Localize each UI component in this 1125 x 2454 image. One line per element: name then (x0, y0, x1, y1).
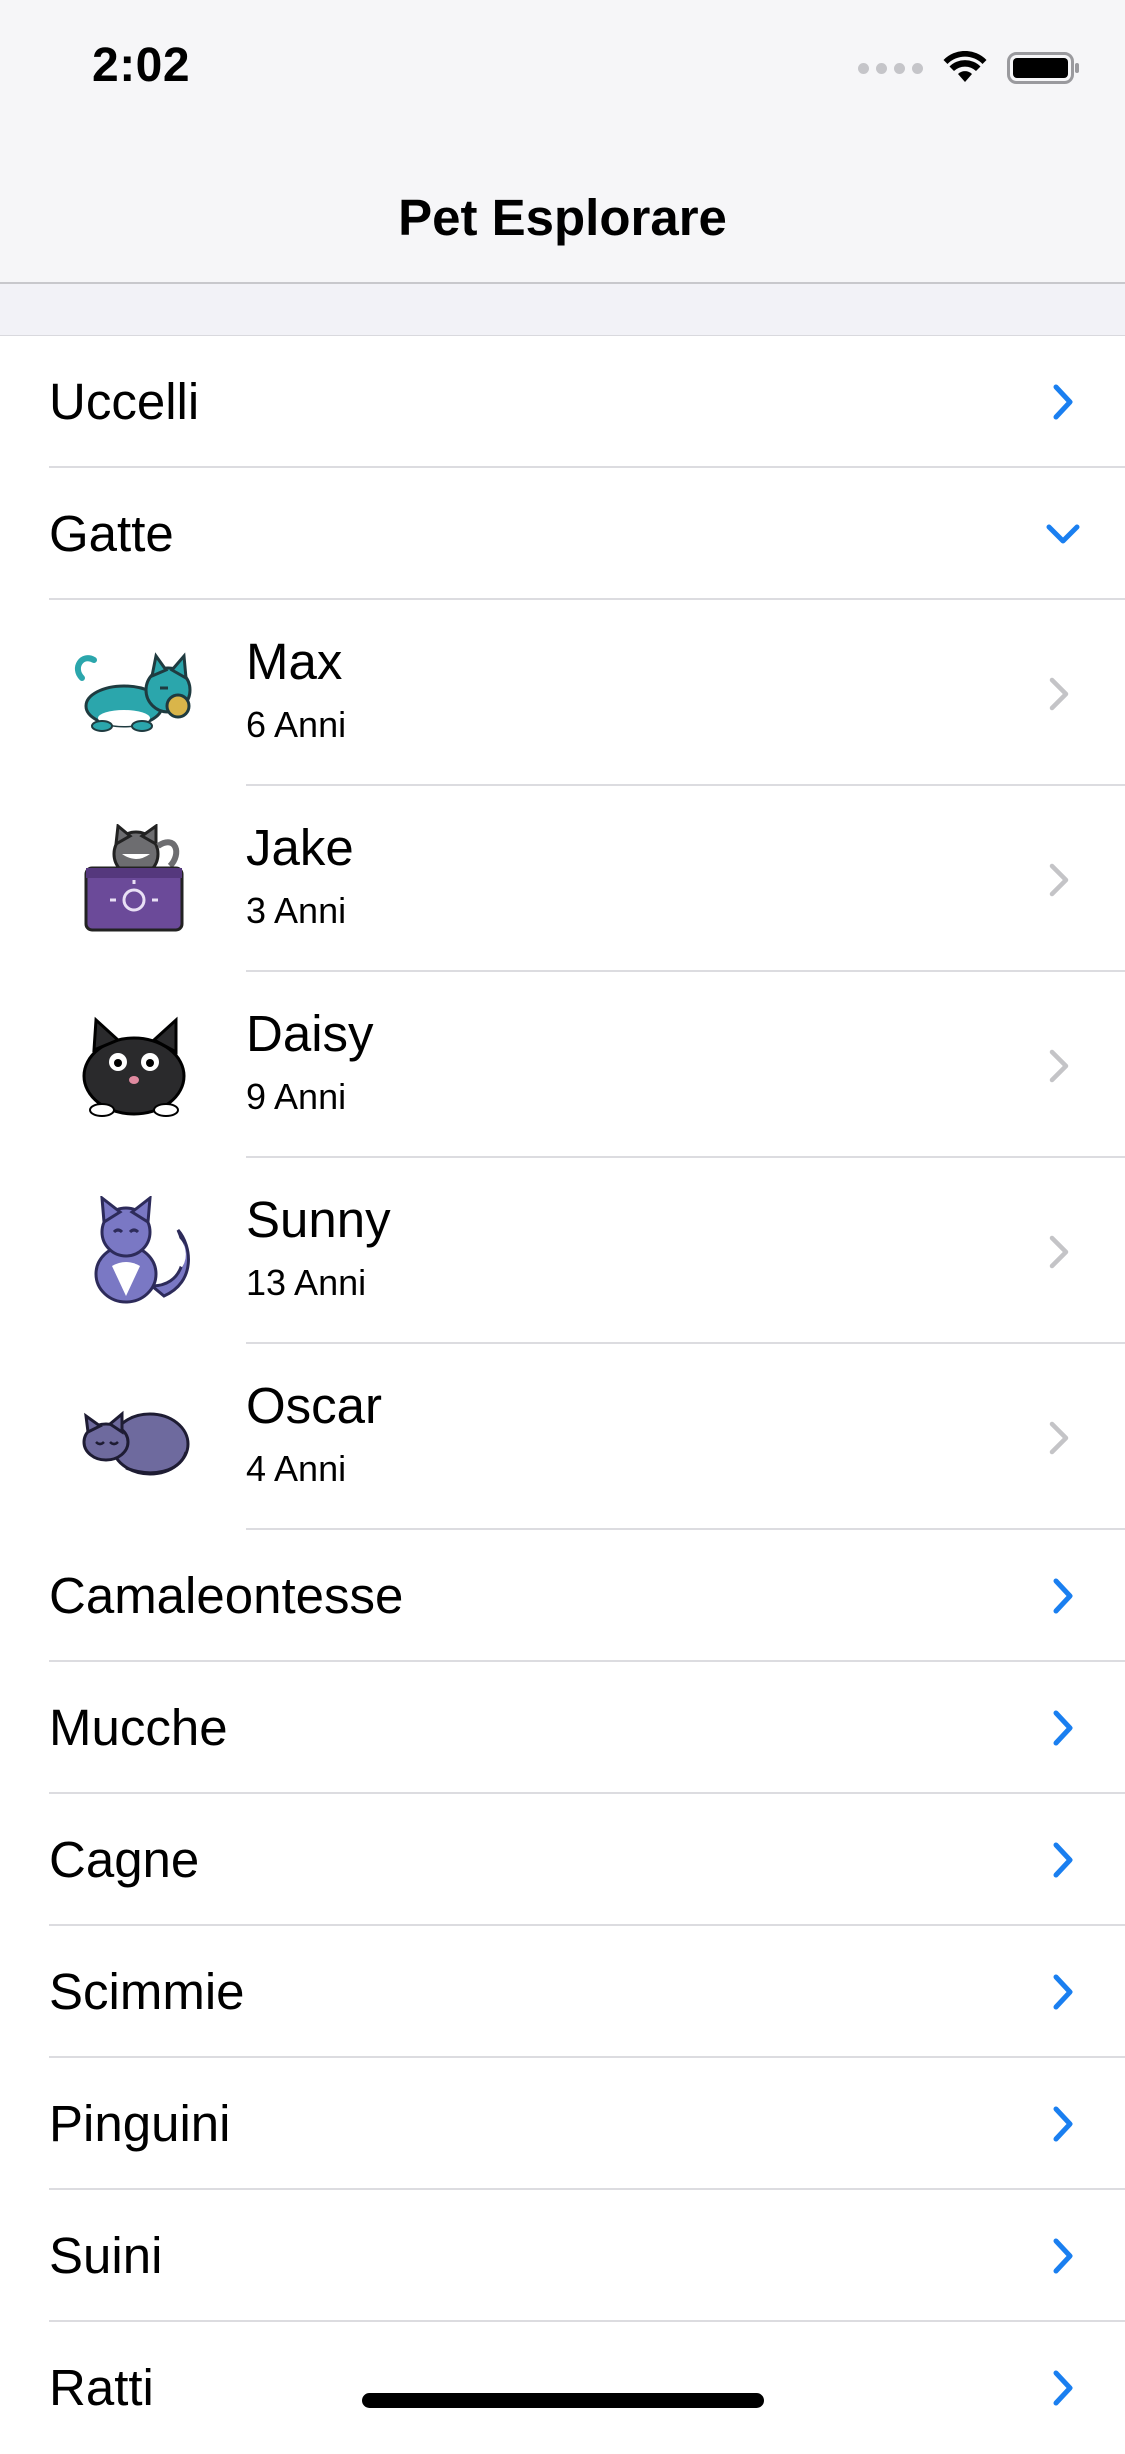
category-label: Gatte (49, 505, 174, 562)
chevron-right-icon (1053, 1710, 1073, 1746)
chevron-right-icon (1049, 863, 1069, 897)
pet-name: Max (246, 633, 343, 690)
category-label: Scimmie (49, 1963, 245, 2020)
cellular-signal-icon (858, 62, 923, 74)
pet-name: Jake (246, 819, 354, 876)
category-row-mucche[interactable]: Mucche (0, 1662, 1125, 1794)
category-label: Suini (49, 2227, 163, 2284)
category-row-cagne[interactable]: Cagne (0, 1794, 1125, 1926)
category-label: Pinguini (49, 2095, 231, 2152)
sleeping-cat-icon (82, 1410, 190, 1476)
page-title: Pet Esplorare (398, 189, 727, 246)
category-label: Ratti (49, 2359, 154, 2416)
category-label: Uccelli (49, 373, 200, 430)
pet-name: Sunny (246, 1191, 391, 1248)
purple-sitting-cat-icon (94, 1196, 190, 1304)
chevron-down-icon (1046, 524, 1080, 544)
pet-age: 3 Anni (246, 890, 347, 931)
category-row-ratti[interactable]: Ratti (0, 2322, 1125, 2454)
category-row-suini[interactable]: Suini (0, 2190, 1125, 2322)
home-indicator[interactable] (362, 2393, 764, 2408)
category-row-gatte[interactable]: Gatte (0, 468, 1125, 600)
category-list: Uccelli Gatte Max 6 Anni Jake 3 Anni Dai… (0, 336, 1125, 2454)
chevron-right-icon (1053, 1974, 1073, 2010)
chevron-right-icon (1053, 384, 1073, 420)
category-row-pinguini[interactable]: Pinguini (0, 2058, 1125, 2190)
black-cat-icon (82, 1016, 186, 1117)
chevron-right-icon (1053, 1842, 1073, 1878)
chevron-right-icon (1053, 2106, 1073, 2142)
teal-cat-icon (74, 652, 192, 732)
chevron-right-icon (1049, 677, 1069, 711)
category-label: Camaleontesse (49, 1567, 404, 1624)
category-row-scimmie[interactable]: Scimmie (0, 1926, 1125, 2058)
section-header-spacer (0, 284, 1125, 336)
chevron-right-icon (1049, 1049, 1069, 1083)
pet-age: 6 Anni (246, 704, 347, 745)
category-label: Mucche (49, 1699, 228, 1756)
status-time: 2:02 (92, 39, 191, 92)
pet-row-oscar[interactable]: Oscar 4 Anni (0, 1344, 1125, 1530)
pet-age: 4 Anni (246, 1448, 347, 1489)
battery-icon (1007, 52, 1079, 84)
chevron-right-icon (1053, 2238, 1073, 2274)
chevron-right-icon (1049, 1235, 1069, 1269)
category-label: Cagne (49, 1831, 200, 1888)
pet-name: Oscar (246, 1377, 383, 1434)
pet-row-max[interactable]: Max 6 Anni (0, 600, 1125, 786)
pet-row-sunny[interactable]: Sunny 13 Anni (0, 1158, 1125, 1344)
chevron-right-icon (1049, 1421, 1069, 1455)
status-bar: 2:02 (0, 0, 1125, 132)
pet-age: 9 Anni (246, 1076, 347, 1117)
category-row-camaleontesse[interactable]: Camaleontesse (0, 1530, 1125, 1662)
cat-on-box-icon (84, 824, 184, 932)
category-row-uccelli[interactable]: Uccelli (0, 336, 1125, 468)
pet-name: Daisy (246, 1005, 374, 1062)
chevron-right-icon (1053, 1578, 1073, 1614)
pet-row-jake[interactable]: Jake 3 Anni (0, 786, 1125, 972)
pet-age: 13 Anni (246, 1262, 367, 1303)
pet-row-daisy[interactable]: Daisy 9 Anni (0, 972, 1125, 1158)
wifi-icon (943, 51, 987, 82)
navigation-bar: Pet Esplorare (0, 132, 1125, 284)
status-indicators (858, 48, 1081, 88)
chevron-right-icon (1053, 2370, 1073, 2406)
